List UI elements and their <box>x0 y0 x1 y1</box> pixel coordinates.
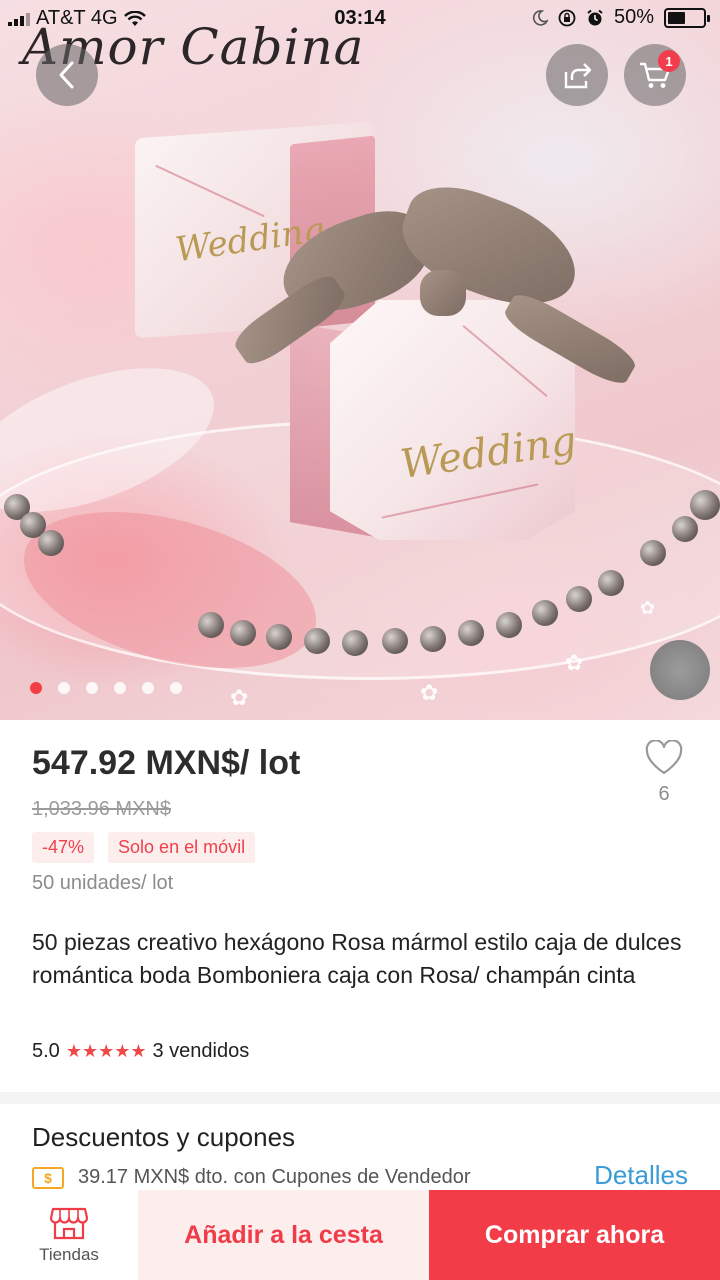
bead <box>38 530 64 556</box>
battery-icon <box>664 7 710 28</box>
product-image[interactable]: Wedding Wedding ✿ ✿ ✿ ✿ Amor Cabina AT&T… <box>0 0 720 720</box>
share-icon <box>564 63 592 89</box>
flower-decoration: ✿ <box>230 685 249 710</box>
bead <box>382 628 408 654</box>
mobile-only-tag: Solo en el móvil <box>108 832 256 863</box>
alarm-icon <box>587 9 603 25</box>
lot-units: 50 unidades/ lot <box>32 872 174 894</box>
orientation-lock-icon <box>558 9 576 26</box>
section-divider <box>0 1092 720 1104</box>
pagination-dot[interactable] <box>58 682 70 694</box>
bead <box>496 612 522 638</box>
bead <box>342 630 368 656</box>
cart-button[interactable]: 1 <box>624 44 686 106</box>
original-price: 1,033.96 MXN$ <box>32 798 171 820</box>
star-rating-icon: ★★★★★ <box>65 1041 147 1061</box>
wishlist-button[interactable]: 6 <box>640 739 688 806</box>
bead <box>304 628 330 654</box>
pagination-dot[interactable] <box>114 682 126 694</box>
coupon-row[interactable]: $ 39.17 MXN$ dto. con Cupones de Vendedo… <box>32 1166 471 1189</box>
bead <box>266 624 292 650</box>
store-label: Tiendas <box>39 1245 99 1264</box>
bottom-action-bar: Tiendas Añadir a la cesta Comprar ahora <box>0 1190 720 1280</box>
bead <box>672 516 698 542</box>
flower-decoration: ✿ <box>420 680 439 705</box>
bead <box>690 490 720 520</box>
wishlist-count: 6 <box>658 783 670 805</box>
battery-percent: 50% <box>613 6 654 28</box>
pagination-dot[interactable] <box>142 682 154 694</box>
discount-tag: -47% <box>32 832 95 863</box>
buy-now-button[interactable]: Comprar ahora <box>429 1190 720 1280</box>
details-link[interactable]: Detalles <box>594 1160 688 1191</box>
product-price: 547.92 MXN$/ lot <box>32 744 301 782</box>
add-to-cart-button[interactable]: Añadir a la cesta <box>138 1190 429 1280</box>
rating-score: 5.0 <box>32 1040 60 1062</box>
rating-row[interactable]: 5.0 ★★★★★ 3 vendidos <box>32 1040 249 1063</box>
chevron-left-icon <box>59 61 74 89</box>
pagination-dot[interactable] <box>30 682 42 694</box>
coupons-heading: Descuentos y cupones <box>32 1122 296 1152</box>
product-title: 50 piezas creativo hexágono Rosa mármol … <box>32 929 682 988</box>
pagination-dot[interactable] <box>86 682 98 694</box>
moon-icon <box>532 9 548 26</box>
heart-icon <box>645 739 683 775</box>
back-button[interactable] <box>36 44 98 106</box>
promo-tags: -47% Solo en el móvil <box>32 832 256 863</box>
ribbon-knot <box>420 270 466 316</box>
bead <box>420 626 446 652</box>
flower-decoration: ✿ <box>640 598 656 618</box>
image-pagination[interactable] <box>30 682 182 694</box>
bead <box>598 570 624 596</box>
coupon-icon: $ <box>32 1166 64 1189</box>
status-right: 50% <box>532 6 710 29</box>
sold-count: 3 vendidos <box>152 1040 250 1062</box>
store-button[interactable]: Tiendas <box>0 1190 138 1280</box>
pagination-dot[interactable] <box>170 682 182 694</box>
bead <box>640 540 666 566</box>
pompom-decoration <box>650 640 710 700</box>
share-button[interactable] <box>546 44 608 106</box>
bead <box>458 620 484 646</box>
status-bar: AT&T 4G 03:14 50% <box>0 0 720 36</box>
cart-count-badge: 1 <box>658 50 680 72</box>
bead <box>566 586 592 612</box>
coupon-text: 39.17 MXN$ dto. con Cupones de Vendedor <box>78 1166 471 1188</box>
bead <box>230 620 256 646</box>
store-icon <box>49 1207 89 1240</box>
flower-decoration: ✿ <box>565 650 584 675</box>
bead <box>532 600 558 626</box>
bead <box>198 612 224 638</box>
